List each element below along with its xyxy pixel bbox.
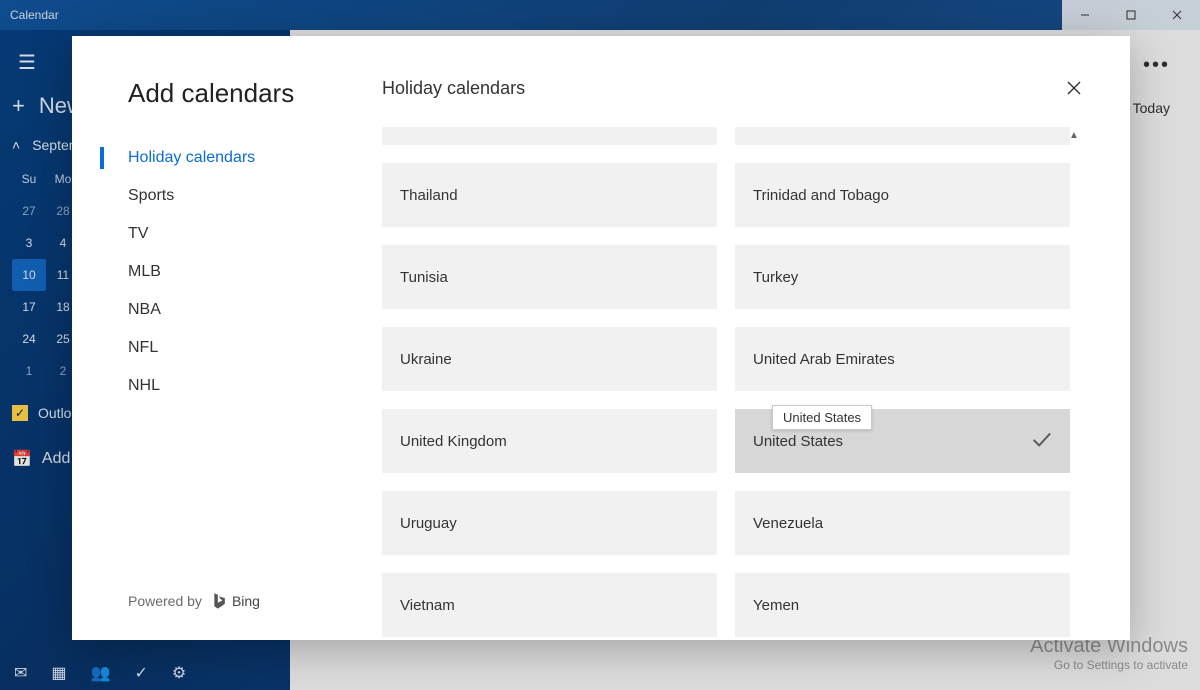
plus-icon: + xyxy=(12,93,25,119)
day-cell[interactable]: 24 xyxy=(12,323,46,355)
country-tile-partial[interactable] xyxy=(735,127,1070,145)
people-icon[interactable]: 👥 xyxy=(91,663,111,683)
country-tile-partial[interactable] xyxy=(382,127,717,145)
country-grid: Thailand Trinidad and Tobago Tunisia Tur… xyxy=(382,127,1082,637)
category-nfl[interactable]: NFL xyxy=(128,329,382,367)
today-button[interactable]: Today xyxy=(1133,100,1170,116)
country-tile-thailand[interactable]: Thailand xyxy=(382,163,717,227)
powered-by-label: Powered by xyxy=(128,593,202,609)
window-controls xyxy=(1062,0,1200,30)
bing-label: Bing xyxy=(232,593,260,609)
bottom-icon-bar: ✉ ▦ 👥 ✓ ⚙ xyxy=(0,656,200,690)
category-list: Holiday calendars Sports TV MLB NBA NFL … xyxy=(128,139,382,405)
window-close[interactable] xyxy=(1154,0,1200,30)
country-label: Turkey xyxy=(753,269,798,286)
todo-icon[interactable]: ✓ xyxy=(134,663,147,683)
country-label: Thailand xyxy=(400,187,458,204)
country-label: United Kingdom xyxy=(400,433,507,450)
scrollbar[interactable]: ▲ xyxy=(1066,127,1082,640)
country-tile-yemen[interactable]: Yemen xyxy=(735,573,1070,637)
close-button[interactable] xyxy=(1066,80,1082,101)
bing-icon xyxy=(212,592,226,610)
checkbox-icon: ✓ xyxy=(12,405,28,421)
category-mlb[interactable]: MLB xyxy=(128,253,382,291)
country-label: Yemen xyxy=(753,597,799,614)
day-cell[interactable]: 3 xyxy=(12,227,46,259)
country-tile-turkey[interactable]: Turkey xyxy=(735,245,1070,309)
day-cell[interactable]: 27 xyxy=(12,195,46,227)
modal-sidebar: Add calendars Holiday calendars Sports T… xyxy=(72,36,382,640)
tooltip-united-states: United States xyxy=(772,405,872,430)
modal-content: Holiday calendars Thailand Trinidad and … xyxy=(382,36,1130,640)
powered-by: Powered by Bing xyxy=(128,592,382,620)
chevron-up-icon[interactable]: ˄ xyxy=(12,137,20,153)
bing-logo: Bing xyxy=(212,592,260,610)
activation-watermark: Activate Windows Go to Settings to activ… xyxy=(1030,635,1188,672)
window-minimize[interactable] xyxy=(1062,0,1108,30)
day-cell[interactable]: 10 xyxy=(12,259,46,291)
country-label: Ukraine xyxy=(400,351,452,368)
window-title: Calendar xyxy=(10,8,59,22)
modal-title: Add calendars xyxy=(128,78,382,109)
country-label: Trinidad and Tobago xyxy=(753,187,889,204)
weekday: Su xyxy=(12,163,46,195)
country-label: United Arab Emirates xyxy=(753,351,895,368)
country-tile-united-kingdom[interactable]: United Kingdom xyxy=(382,409,717,473)
country-label: Uruguay xyxy=(400,515,457,532)
category-nhl[interactable]: NHL xyxy=(128,367,382,405)
category-holiday-calendars[interactable]: Holiday calendars xyxy=(128,139,382,177)
calendar-icon[interactable]: ▦ xyxy=(51,663,66,683)
country-label: Venezuela xyxy=(753,515,823,532)
country-tile-vietnam[interactable]: Vietnam xyxy=(382,573,717,637)
category-nba[interactable]: NBA xyxy=(128,291,382,329)
country-label: Vietnam xyxy=(400,597,455,614)
category-sports[interactable]: Sports xyxy=(128,177,382,215)
day-cell[interactable]: 1 xyxy=(12,355,46,387)
check-icon xyxy=(1030,428,1052,454)
watermark-subtitle: Go to Settings to activate xyxy=(1030,658,1188,672)
scroll-up-icon[interactable]: ▲ xyxy=(1066,127,1082,143)
country-tile-united-arab-emirates[interactable]: United Arab Emirates xyxy=(735,327,1070,391)
country-label: United States xyxy=(753,433,843,450)
day-cell[interactable]: 17 xyxy=(12,291,46,323)
country-tile-trinidad-and-tobago[interactable]: Trinidad and Tobago xyxy=(735,163,1070,227)
window-titlebar: Calendar xyxy=(0,0,1200,30)
settings-icon[interactable]: ⚙ xyxy=(172,663,186,683)
more-icon[interactable]: ••• xyxy=(1143,54,1170,77)
window-maximize[interactable] xyxy=(1108,0,1154,30)
close-icon xyxy=(1066,80,1082,96)
mail-icon[interactable]: ✉ xyxy=(14,663,27,683)
country-tile-ukraine[interactable]: Ukraine xyxy=(382,327,717,391)
category-tv[interactable]: TV xyxy=(128,215,382,253)
country-tile-venezuela[interactable]: Venezuela xyxy=(735,491,1070,555)
country-tile-tunisia[interactable]: Tunisia xyxy=(382,245,717,309)
country-tile-uruguay[interactable]: Uruguay xyxy=(382,491,717,555)
add-calendars-modal: Add calendars Holiday calendars Sports T… xyxy=(72,36,1130,640)
modal-heading: Holiday calendars xyxy=(382,78,1082,99)
calendar-plus-icon: 📅 xyxy=(12,449,32,469)
country-label: Tunisia xyxy=(400,269,448,286)
